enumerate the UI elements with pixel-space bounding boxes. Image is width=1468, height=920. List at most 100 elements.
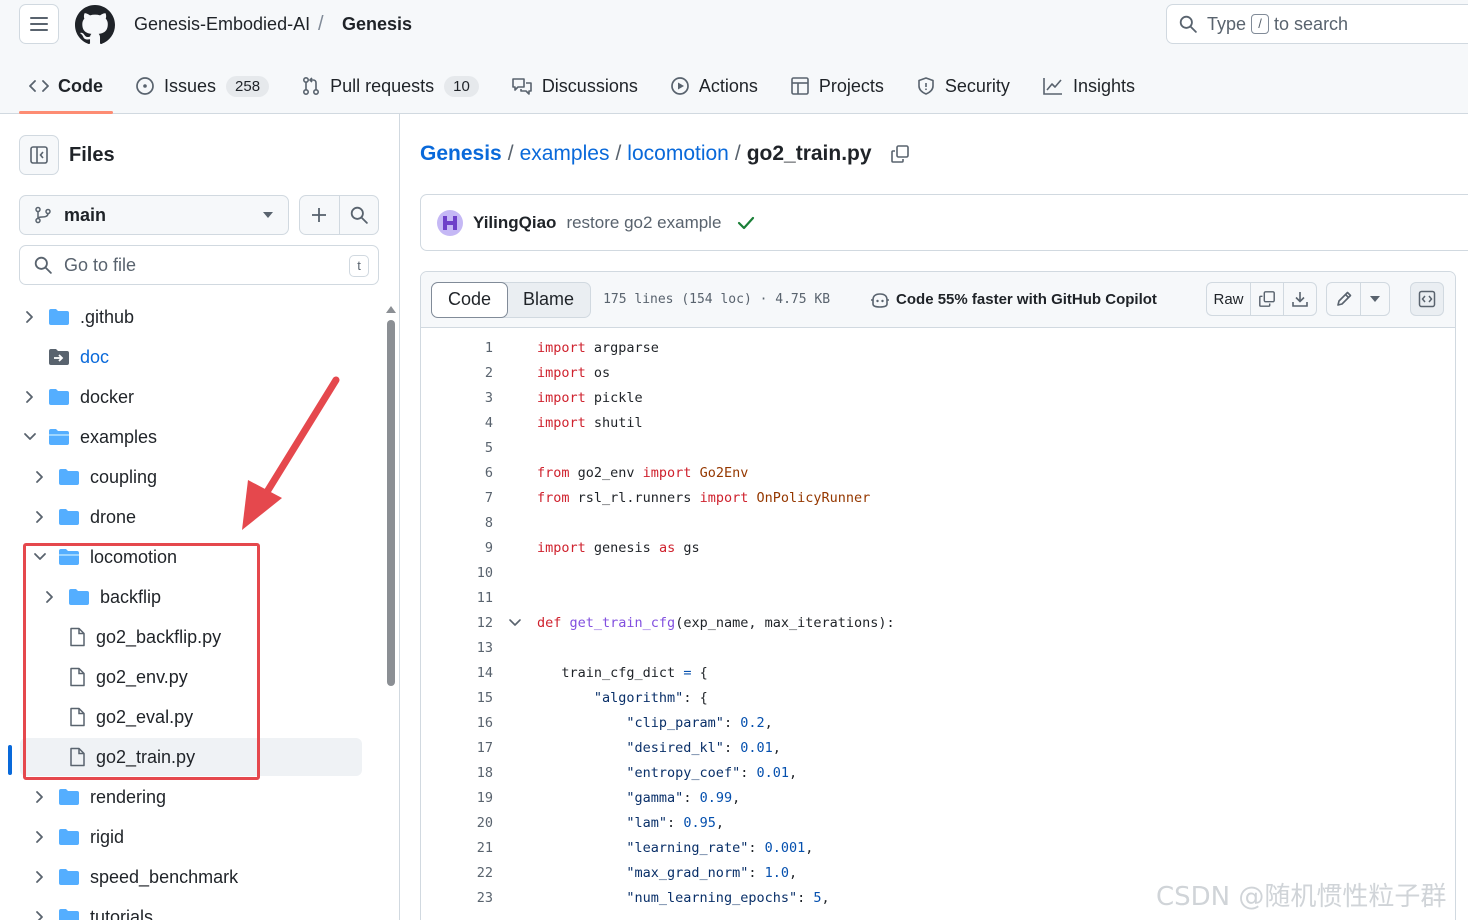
sidebar-scrollbar-thumb[interactable] — [387, 320, 395, 686]
tree-toggle[interactable] — [30, 830, 50, 844]
tree-toggle[interactable] — [30, 790, 50, 804]
tree-file-item[interactable]: go2_train.py — [20, 738, 362, 776]
code-line[interactable]: 11 — [421, 585, 1455, 610]
tab-issues[interactable]: Issues 258 — [125, 62, 279, 110]
download-button[interactable] — [1283, 282, 1317, 316]
code-view-button[interactable]: Code — [431, 281, 509, 318]
check-icon[interactable] — [737, 216, 755, 230]
tree-toggle[interactable] — [20, 432, 40, 442]
tree-toggle[interactable] — [30, 510, 50, 524]
repo-owner-link[interactable]: Genesis-Embodied-AI — [134, 14, 310, 35]
line-number[interactable]: 21 — [421, 840, 493, 856]
code-line[interactable]: 3 import pickle — [421, 385, 1455, 410]
code-line[interactable]: 23 "num_learning_epochs": 5, — [421, 885, 1455, 910]
line-number[interactable]: 20 — [421, 815, 493, 831]
line-number[interactable]: 22 — [421, 865, 493, 881]
line-number[interactable]: 10 — [421, 565, 493, 581]
line-number[interactable]: 19 — [421, 790, 493, 806]
tree-toggle[interactable] — [30, 870, 50, 884]
tree-folder-item[interactable]: rigid — [20, 818, 362, 856]
fold-toggle[interactable] — [493, 618, 537, 628]
code-line[interactable]: 10 — [421, 560, 1455, 585]
tree-toggle[interactable] — [30, 470, 50, 484]
tab-discussions[interactable]: Discussions — [501, 62, 648, 110]
line-number[interactable]: 8 — [421, 515, 493, 531]
chevron-down-icon[interactable] — [508, 618, 522, 628]
symbols-panel-button[interactable] — [1410, 282, 1444, 316]
commit-message-link[interactable]: restore go2 example — [566, 213, 721, 233]
github-logo-icon[interactable] — [75, 5, 115, 45]
tree-file-item[interactable]: go2_env.py — [20, 658, 362, 696]
code-line[interactable]: 13 — [421, 635, 1455, 660]
code-line[interactable]: 8 — [421, 510, 1455, 535]
tree-folder-item[interactable]: speed_benchmark — [20, 858, 362, 896]
search-files-button[interactable] — [338, 196, 379, 234]
line-number[interactable]: 1 — [421, 340, 493, 356]
breadcrumb-examples-link[interactable]: examples — [520, 142, 610, 166]
tab-security[interactable]: Security — [906, 62, 1020, 110]
tree-folder-item[interactable]: backflip — [20, 578, 362, 616]
scroll-up-arrow[interactable] — [386, 306, 396, 313]
tree-toggle[interactable] — [20, 310, 40, 324]
tab-projects[interactable]: Projects — [780, 62, 894, 110]
code-line[interactable]: 18 "entropy_coef": 0.01, — [421, 760, 1455, 785]
line-number[interactable]: 3 — [421, 390, 493, 406]
breadcrumb-repo-link[interactable]: Genesis — [420, 142, 502, 166]
code-line[interactable]: 2 import os — [421, 360, 1455, 385]
line-number[interactable]: 17 — [421, 740, 493, 756]
line-number[interactable]: 23 — [421, 890, 493, 906]
tree-toggle[interactable] — [30, 552, 50, 562]
breadcrumb-locomotion-link[interactable]: locomotion — [627, 142, 729, 166]
tree-folder-item[interactable]: rendering — [20, 778, 362, 816]
line-number[interactable]: 4 — [421, 415, 493, 431]
tree-file-item[interactable]: go2_backflip.py — [20, 618, 362, 656]
tree-folder-item[interactable]: drone — [20, 498, 362, 536]
commit-author-link[interactable]: YilingQiao — [473, 213, 556, 233]
line-number[interactable]: 16 — [421, 715, 493, 731]
raw-button[interactable]: Raw — [1206, 282, 1250, 316]
line-number[interactable]: 2 — [421, 365, 493, 381]
search-input[interactable]: Type / to search — [1166, 4, 1468, 44]
line-number[interactable]: 15 — [421, 690, 493, 706]
tab-actions[interactable]: Actions — [660, 62, 768, 110]
avatar[interactable] — [437, 209, 463, 236]
code-line[interactable]: 19 "gamma": 0.99, — [421, 785, 1455, 810]
code-line[interactable]: 22 "max_grad_norm": 1.0, — [421, 860, 1455, 885]
tree-folder-item[interactable]: docker — [20, 378, 362, 416]
tree-file-item[interactable]: go2_eval.py — [20, 698, 362, 736]
tab-insights[interactable]: Insights — [1032, 62, 1145, 110]
code-line[interactable]: 16 "clip_param": 0.2, — [421, 710, 1455, 735]
code-line[interactable]: 17 "desired_kl": 0.01, — [421, 735, 1455, 760]
line-number[interactable]: 18 — [421, 765, 493, 781]
menu-button[interactable] — [19, 4, 59, 44]
tree-folder-item[interactable]: coupling — [20, 458, 362, 496]
edit-file-button[interactable] — [1326, 282, 1360, 316]
line-number[interactable]: 7 — [421, 490, 493, 506]
code-line[interactable]: 7 from rsl_rl.runners import OnPolicyRunn… — [421, 485, 1455, 510]
tree-folder-item[interactable]: locomotion — [20, 538, 362, 576]
line-number[interactable]: 14 — [421, 665, 493, 681]
code-line[interactable]: 9 import genesis as gs — [421, 535, 1455, 560]
tree-folder-item[interactable]: examples — [20, 418, 362, 456]
copilot-promo-link[interactable]: Code 55% faster with GitHub Copilot — [870, 291, 1157, 309]
collapse-sidebar-button[interactable] — [19, 135, 59, 175]
code-line[interactable]: 12 def get_train_cfg(exp_name, max_iterat… — [421, 610, 1455, 635]
tree-folder-item[interactable]: tutorials — [20, 898, 362, 920]
code-line[interactable]: 21 "learning_rate": 0.001, — [421, 835, 1455, 860]
code-line[interactable]: 1 import argparse — [421, 335, 1455, 360]
code-line[interactable]: 20 "lam": 0.95, — [421, 810, 1455, 835]
line-number[interactable]: 5 — [421, 440, 493, 456]
copy-path-button[interactable] — [890, 144, 910, 164]
code-line[interactable]: 6 from go2_env import Go2Env — [421, 460, 1455, 485]
branch-selector[interactable]: main — [19, 195, 289, 235]
go-to-file-input[interactable]: Go to file t — [19, 245, 379, 285]
tree-toggle[interactable] — [40, 590, 60, 604]
tree-folder-item[interactable]: .github — [20, 298, 362, 336]
tree-toggle[interactable] — [20, 390, 40, 404]
edit-options-button[interactable] — [1360, 282, 1390, 316]
line-number[interactable]: 11 — [421, 590, 493, 606]
code-line[interactable]: 14 train_cfg_dict = { — [421, 660, 1455, 685]
line-number[interactable]: 13 — [421, 640, 493, 656]
blame-view-button[interactable]: Blame — [507, 283, 590, 317]
tree-folder-item[interactable]: doc — [20, 338, 362, 376]
